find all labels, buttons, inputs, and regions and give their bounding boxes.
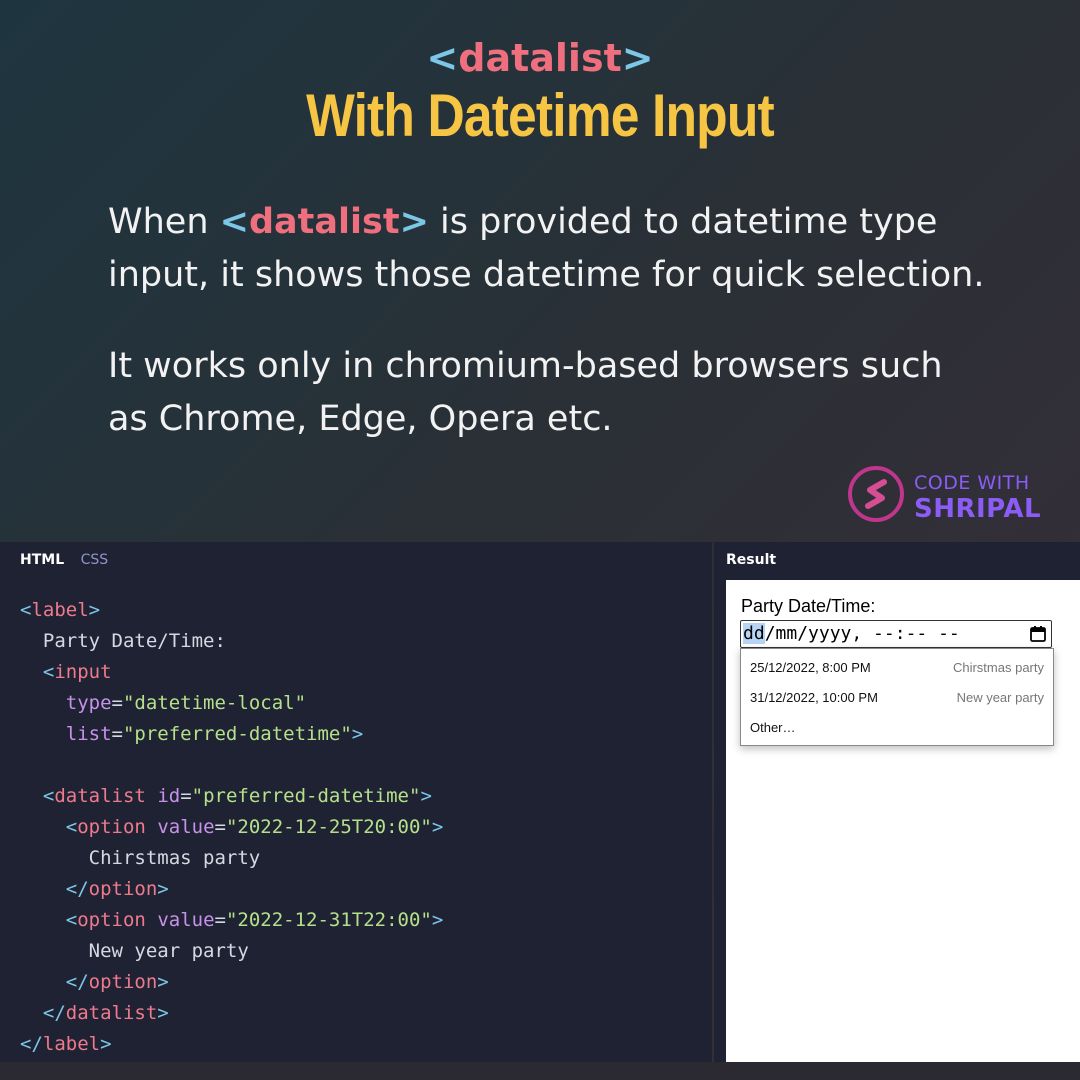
option-value: Other… <box>750 720 796 735</box>
field-label: Party Date/Time: <box>741 596 876 616</box>
result-preview: Party Date/Time: dd/mm/yyyy, --:-- -- 25… <box>726 580 1080 1062</box>
dropdown-option[interactable]: 25/12/2022, 8:00 PM Chirstmas party <box>750 660 1044 680</box>
tag-bracket-open: < <box>426 36 459 80</box>
desc-tag-close: > <box>399 202 429 242</box>
dropdown-option-other[interactable]: Other… <box>750 720 1044 740</box>
option-label: Chirstmas party <box>952 660 1044 675</box>
result-panel: Result Party Date/Time: dd/mm/yyyy, --:-… <box>714 542 1080 1062</box>
description: When <datalist> is provided to datetime … <box>108 196 988 446</box>
dropdown-option[interactable]: 31/12/2022, 10:00 PM New year party <box>750 690 1044 710</box>
desc-inline-tag: <datalist> <box>220 202 429 242</box>
logo-s-icon <box>848 466 904 522</box>
description-paragraph-2: It works only in chromium-based browsers… <box>108 346 943 439</box>
brand-logo: CODE WITH SHRIPAL <box>848 466 1048 528</box>
desc-tag-open: < <box>219 202 249 242</box>
datalist-dropdown: 25/12/2022, 8:00 PM Chirstmas party 31/1… <box>740 648 1054 746</box>
editor-tabs: HTML CSS <box>20 552 120 568</box>
footer-bar <box>0 1062 1080 1080</box>
tag-name: datalist <box>458 36 622 80</box>
option-value: 25/12/2022, 8:00 PM <box>750 660 871 675</box>
tab-css[interactable]: CSS <box>81 552 109 568</box>
tag-bracket-close: > <box>621 36 654 80</box>
header: <datalist> With Datetime Input <box>0 34 1080 150</box>
code-block: <label> Party Date/Time: <input type="da… <box>20 599 444 1055</box>
logo-line-2: SHRIPAL <box>914 494 1042 524</box>
code-editor-panel: HTML CSS <label> Party Date/Time: <input… <box>0 542 712 1062</box>
header-tag: <datalist> <box>0 34 1080 82</box>
tab-html[interactable]: HTML <box>20 552 64 568</box>
page-title: With Datetime Input <box>306 82 774 149</box>
option-label: New year party <box>956 690 1044 705</box>
date-placeholder: /mm/yyyy, --:-- -- <box>764 623 960 644</box>
datetime-input[interactable]: dd/mm/yyyy, --:-- -- <box>740 620 1052 648</box>
day-segment[interactable]: dd <box>743 623 765 644</box>
result-title: Result <box>726 552 777 568</box>
logo-line-1: CODE WITH <box>914 472 1030 494</box>
desc-tag-name: datalist <box>248 202 400 242</box>
description-paragraph-1: When <datalist> is provided to datetime … <box>108 196 988 302</box>
option-value: 31/12/2022, 10:00 PM <box>750 690 878 705</box>
desc-text: When <box>108 202 220 242</box>
